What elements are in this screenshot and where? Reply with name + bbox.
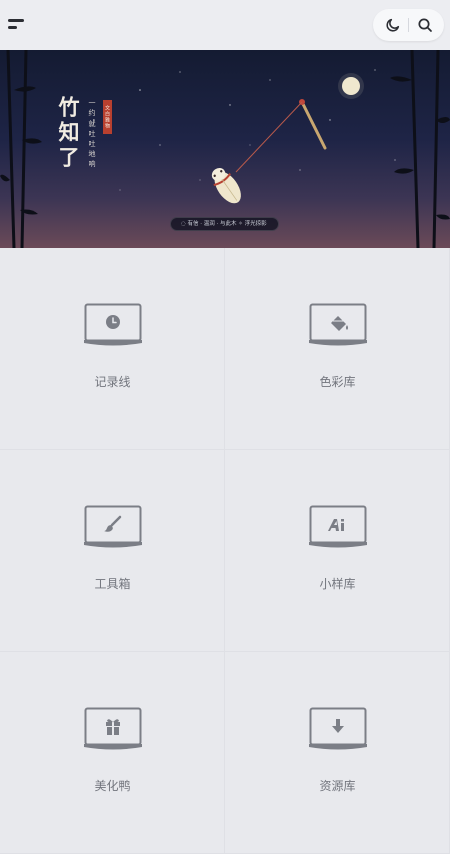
grid-item-resources[interactable]: 资源库 [225, 652, 450, 854]
grid-item-timeline[interactable]: 记录线 [0, 248, 225, 450]
hero-banner[interactable]: 竹知了 一约， 就吐吐地响 文白雅物 ◌ 有信 · 温润 · 与此木 ✧ 浮光掠… [0, 50, 450, 248]
header-actions [373, 9, 444, 41]
gift-icon [84, 707, 142, 750]
download-icon [309, 707, 367, 750]
feature-grid: 记录线 色彩库 工具箱 小样库 美化鸭 资源库 [0, 248, 450, 854]
grid-item-label: 资源库 [319, 779, 356, 793]
grid-item-label: 小样库 [319, 577, 356, 591]
top-bar [0, 0, 450, 50]
clock-icon [84, 303, 142, 346]
ai-icon [309, 505, 367, 548]
grid-item-label: 色彩库 [319, 375, 356, 389]
moon-icon[interactable] [375, 9, 410, 41]
brush-icon [84, 505, 142, 548]
banner-seal: 文白雅物 [103, 100, 112, 134]
banner-poem-line: 就吐吐地响 [88, 120, 96, 170]
banner-caption: ◌ 有信 · 温润 · 与此木 ✧ 浮光掠影 [170, 217, 279, 231]
banner-title: 竹知了 [56, 96, 81, 171]
grid-item-label: 工具箱 [94, 577, 131, 591]
menu-icon[interactable] [8, 17, 28, 33]
search-icon[interactable] [407, 9, 442, 41]
grid-item-label: 美化鸭 [94, 779, 131, 793]
grid-item-color-library[interactable]: 色彩库 [225, 248, 450, 450]
grid-item-beautify[interactable]: 美化鸭 [0, 652, 225, 854]
grid-item-sample-library[interactable]: 小样库 [225, 450, 450, 652]
grid-item-toolbox[interactable]: 工具箱 [0, 450, 225, 652]
grid-item-label: 记录线 [94, 375, 131, 389]
paint-bucket-icon [309, 303, 367, 346]
